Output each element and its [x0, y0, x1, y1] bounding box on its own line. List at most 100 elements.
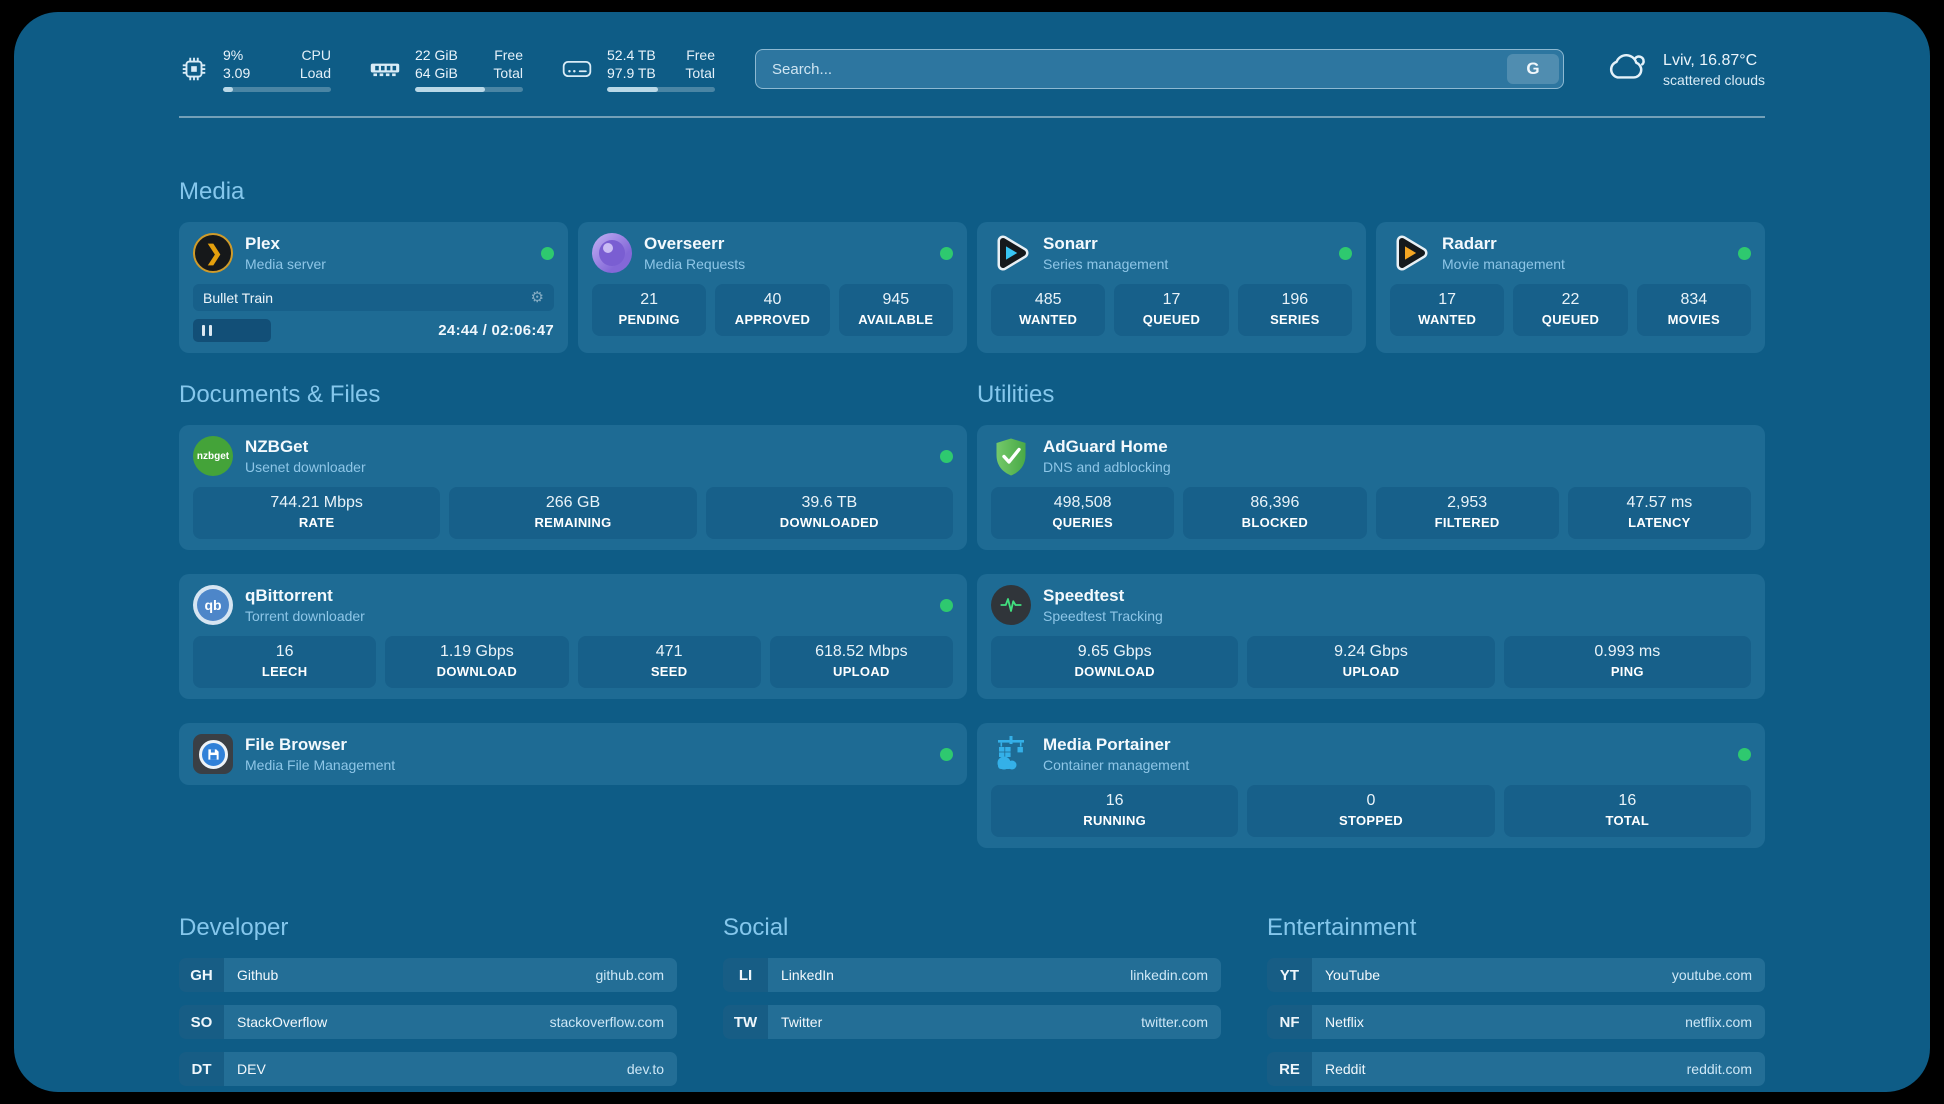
- card-speedtest[interactable]: Speedtest Speedtest Tracking 9.65 Gbps D…: [977, 574, 1765, 699]
- bookmark-group-developer: Developer GH Github github.com SO StackO…: [179, 914, 677, 1086]
- bookmark-name: Github: [237, 967, 278, 983]
- plex-icon: ❯: [193, 233, 233, 273]
- stat-download: 9.65 Gbps DOWNLOAD: [991, 636, 1238, 688]
- section-title-developer: Developer: [179, 914, 677, 942]
- stat-upload: 618.52 Mbps UPLOAD: [770, 636, 953, 688]
- sonarr-icon: [991, 233, 1031, 273]
- documents-column: Documents & Files nzbget NZBGet Usenet d…: [179, 381, 967, 848]
- cpu-usage-value: 9%: [223, 46, 250, 64]
- bookmark-name: Twitter: [781, 1014, 822, 1030]
- section-title-social: Social: [723, 914, 1221, 942]
- card-subtitle: Media Requests: [644, 255, 745, 273]
- bookmark-abbr: TW: [723, 1005, 768, 1039]
- stat-wanted: 17 WANTED: [1390, 284, 1504, 336]
- search-bar: G: [755, 49, 1564, 89]
- bookmark-stackoverflow[interactable]: SO StackOverflow stackoverflow.com: [179, 1005, 677, 1039]
- status-dot: [541, 247, 554, 260]
- weather-widget: Lviv, 16.87°C scattered clouds: [1604, 49, 1765, 90]
- bookmark-name: DEV: [237, 1061, 266, 1077]
- bookmark-name: Netflix: [1325, 1014, 1364, 1030]
- bookmark-linkedin[interactable]: LI LinkedIn linkedin.com: [723, 958, 1221, 992]
- card-title: File Browser: [245, 734, 395, 756]
- bookmark-youtube[interactable]: YT YouTube youtube.com: [1267, 958, 1765, 992]
- pause-button[interactable]: [193, 319, 271, 342]
- bookmark-name: StackOverflow: [237, 1014, 327, 1030]
- stat-queued: 17 QUEUED: [1114, 284, 1228, 336]
- bookmark-abbr: NF: [1267, 1005, 1312, 1039]
- top-bar: 9% 3.09 CPU Load: [179, 46, 1765, 92]
- card-adguard[interactable]: AdGuard Home DNS and adblocking 498,508 …: [977, 425, 1765, 550]
- disk-free-value: 52.4 TB: [607, 46, 656, 64]
- card-title: Radarr: [1442, 233, 1565, 255]
- stat-leech: 16 LEECH: [193, 636, 376, 688]
- dashboard-panel: 9% 3.09 CPU Load: [14, 12, 1930, 1092]
- nzbget-icon: nzbget: [193, 436, 233, 476]
- weather-location-temp: Lviv, 16.87°C: [1663, 50, 1765, 71]
- status-dot: [1738, 247, 1751, 260]
- cpu-icon: [179, 54, 209, 84]
- speedtest-icon: [991, 585, 1031, 625]
- cpu-progress-bar: [223, 87, 331, 92]
- overseerr-icon: [592, 233, 632, 273]
- card-subtitle: Speedtest Tracking: [1043, 607, 1163, 625]
- cpu-load-value: 3.09: [223, 64, 250, 82]
- memory-total-value: 64 GiB: [415, 64, 458, 82]
- portainer-icon: [991, 734, 1031, 774]
- memory-progress-bar: [415, 87, 523, 92]
- memory-free-value: 22 GiB: [415, 46, 458, 64]
- card-nzbget[interactable]: nzbget NZBGet Usenet downloader 744.21 M…: [179, 425, 967, 550]
- bookmark-group-social: Social LI LinkedIn linkedin.com TW Twitt…: [723, 914, 1221, 1086]
- bookmark-url: youtube.com: [1672, 967, 1752, 983]
- card-qbittorrent[interactable]: qb qBittorrent Torrent downloader 16: [179, 574, 967, 699]
- bookmark-abbr: GH: [179, 958, 224, 992]
- bookmark-name: YouTube: [1325, 967, 1380, 983]
- bookmark-netflix[interactable]: NF Netflix netflix.com: [1267, 1005, 1765, 1039]
- stat-ping: 0.993 ms PING: [1504, 636, 1751, 688]
- card-plex[interactable]: ❯ Plex Media server Bullet Train ⚙: [179, 222, 568, 353]
- status-dot: [1738, 748, 1751, 761]
- media-card-grid: ❯ Plex Media server Bullet Train ⚙: [179, 222, 1765, 353]
- stat-approved: 40 APPROVED: [715, 284, 829, 336]
- card-portainer[interactable]: Media Portainer Container management 16 …: [977, 723, 1765, 848]
- stat-pending: 21 PENDING: [592, 284, 706, 336]
- bookmark-github[interactable]: GH Github github.com: [179, 958, 677, 992]
- radarr-icon: [1390, 233, 1430, 273]
- card-title: Sonarr: [1043, 233, 1168, 255]
- status-dot: [940, 450, 953, 463]
- card-radarr[interactable]: Radarr Movie management 17 WANTED 22 QUE…: [1376, 222, 1765, 353]
- bookmark-twitter[interactable]: TW Twitter twitter.com: [723, 1005, 1221, 1039]
- pause-icon: [202, 325, 205, 336]
- stat-available: 945 AVAILABLE: [839, 284, 953, 336]
- stat-wanted: 485 WANTED: [991, 284, 1105, 336]
- filebrowser-icon: [193, 734, 233, 774]
- section-title-documents: Documents & Files: [179, 381, 967, 409]
- status-dot: [940, 247, 953, 260]
- bookmark-dev[interactable]: DT DEV dev.to: [179, 1052, 677, 1086]
- bookmark-url: netflix.com: [1685, 1014, 1752, 1030]
- now-playing-row: Bullet Train ⚙: [193, 284, 554, 311]
- card-filebrowser[interactable]: File Browser Media File Management: [179, 723, 967, 785]
- cpu-widget: 9% 3.09 CPU Load: [179, 46, 331, 92]
- card-overseerr[interactable]: Overseerr Media Requests 21 PENDING 40 A…: [578, 222, 967, 353]
- card-sonarr[interactable]: Sonarr Series management 485 WANTED 17 Q…: [977, 222, 1366, 353]
- gear-icon[interactable]: ⚙: [531, 290, 544, 305]
- stat-running: 16 RUNNING: [991, 785, 1238, 837]
- search-provider-button[interactable]: G: [1507, 54, 1559, 84]
- bookmark-name: LinkedIn: [781, 967, 834, 983]
- stat-stopped: 0 STOPPED: [1247, 785, 1494, 837]
- card-subtitle: Usenet downloader: [245, 458, 366, 476]
- bookmark-abbr: YT: [1267, 958, 1312, 992]
- section-title-media: Media: [179, 178, 1765, 206]
- resource-widgets: 9% 3.09 CPU Load: [179, 46, 715, 92]
- memory-free-label: Free: [493, 46, 523, 64]
- bookmark-reddit[interactable]: RE Reddit reddit.com: [1267, 1052, 1765, 1086]
- card-subtitle: DNS and adblocking: [1043, 458, 1171, 476]
- bookmark-abbr: SO: [179, 1005, 224, 1039]
- bookmark-abbr: RE: [1267, 1052, 1312, 1086]
- card-title: Media Portainer: [1043, 734, 1189, 756]
- bookmark-url: dev.to: [627, 1061, 664, 1077]
- search-input[interactable]: [755, 49, 1564, 89]
- cloud-icon: [1604, 49, 1650, 90]
- stat-queued: 22 QUEUED: [1513, 284, 1627, 336]
- disk-free-label: Free: [685, 46, 715, 64]
